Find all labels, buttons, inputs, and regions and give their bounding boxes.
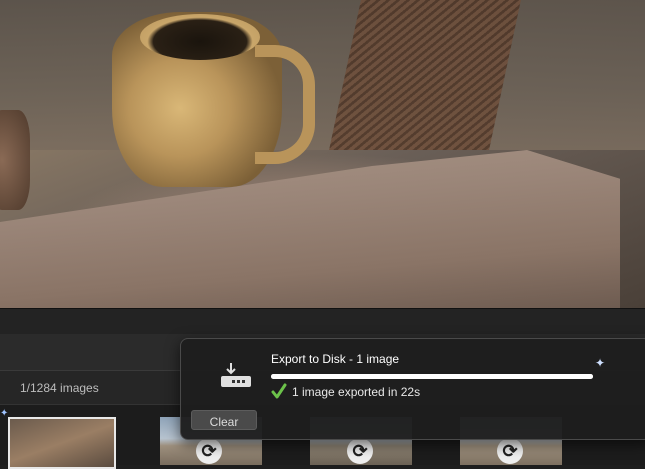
photo-pot xyxy=(0,110,30,210)
check-icon xyxy=(271,383,287,399)
sparkle-icon: ✦ xyxy=(595,356,606,370)
photo-stone-trough xyxy=(0,150,620,308)
image-count-label: 1/1284 images xyxy=(20,381,99,395)
sync-icon: ⟳ xyxy=(196,438,222,464)
export-notification-popover: Export to Disk - 1 image 1 image exporte… xyxy=(180,338,645,440)
export-progress-bar xyxy=(271,374,593,379)
clear-button[interactable]: Clear xyxy=(191,410,257,430)
photo-jug-mouth xyxy=(140,14,260,60)
photo-wooden-board xyxy=(329,0,521,150)
photo-background xyxy=(0,0,645,150)
filmstrip-thumbnail-selected[interactable] xyxy=(8,417,116,469)
photo-jug-handle xyxy=(255,45,315,164)
main-image-viewer[interactable] xyxy=(0,0,645,308)
export-status-text: 1 image exported in 22s xyxy=(292,385,421,399)
sync-icon: ⟳ xyxy=(347,438,373,464)
export-progress-fill xyxy=(271,374,593,379)
sync-icon: ⟳ xyxy=(497,438,523,464)
download-to-disk-icon xyxy=(219,361,253,391)
export-title: Export to Disk - 1 image xyxy=(271,352,400,366)
toolbar-band xyxy=(0,308,645,335)
filmstrip-sparkle-icon: ✦ xyxy=(0,408,9,419)
